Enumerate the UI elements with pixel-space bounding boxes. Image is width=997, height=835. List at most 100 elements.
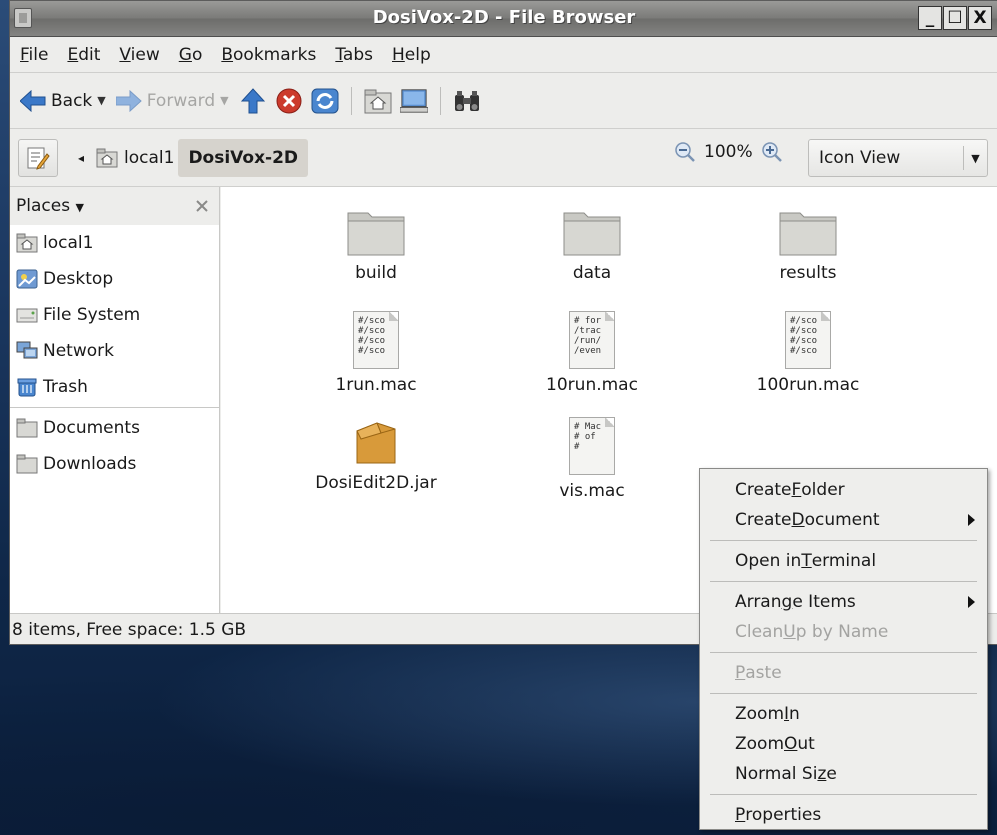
menu-arrange-items[interactable]: Arran g e Items [700,587,987,617]
file-name: build [355,263,397,283]
menu-open-in-terminal[interactable]: Open in Terminal [700,546,987,576]
file-item[interactable]: # Mac # of # vis.mac [507,417,677,501]
crumb-local1-label: local1 [124,147,175,168]
sidebar-item-label: Trash [43,377,88,397]
computer-button[interactable] [399,87,428,115]
folder-icon [563,212,621,256]
file-item[interactable]: results [723,207,893,283]
status-text: 8 items, Free space: 1.5 GB [12,619,247,640]
menu-help[interactable]: Help [392,45,431,65]
up-button[interactable] [239,87,267,115]
back-button[interactable]: Back ▼ [20,89,106,112]
places-sidebar: Places ▼ local1 Desktop File System Netw… [10,187,220,613]
window-title: DosiVox-2D - File Browser [372,7,636,28]
menu-separator [710,652,977,653]
menu-zoom-in[interactable]: Zoom In [700,699,987,729]
menu-tabs[interactable]: Tabs [335,45,373,65]
home-folder-icon [96,148,118,167]
file-item[interactable]: #/sco #/sco #/sco #/sco 100run.mac [723,311,893,395]
home-folder-icon [364,89,392,113]
menu-bookmarks[interactable]: Bookmarks [221,45,316,65]
sidebar-item-label: local1 [43,233,94,253]
edit-location-icon [27,147,50,170]
sidebar-item-filesystem[interactable]: File System [10,297,219,333]
back-label: Back [51,90,93,111]
home-folder-icon [16,233,38,253]
file-name: DosiEdit2D.jar [315,473,437,493]
minimize-button[interactable]: _ [918,6,942,30]
folder-icon [779,212,837,256]
file-item[interactable]: DosiEdit2D.jar [291,417,461,493]
view-mode-select[interactable]: Icon View ▼ [808,139,988,177]
close-button[interactable]: X [968,6,992,30]
toolbar: Back ▼ Forward ▼ [10,73,997,129]
crumb-scroll-left-icon[interactable]: ◂ [72,151,90,165]
sidebar-item-trash[interactable]: Trash [10,369,219,405]
menu-separator [710,540,977,541]
search-button[interactable] [453,87,481,115]
sidebar-item-downloads[interactable]: Downloads [10,446,219,482]
submenu-arrow-icon [968,596,975,608]
file-name: 100run.mac [756,375,860,395]
sidebar-item-label: Network [43,341,114,361]
network-icon [16,341,38,359]
sidebar-item-documents[interactable]: Documents [10,410,219,446]
desktop-icon [16,269,38,289]
text-file-icon: # Mac # of # [569,417,615,475]
title-bar[interactable]: DosiVox-2D - File Browser _ ☐ X [10,1,997,37]
file-item[interactable]: # for/trac/run//even 10run.mac [507,311,677,395]
menu-file[interactable]: File [20,45,48,65]
sidebar-item-label: Documents [43,418,140,438]
home-button[interactable] [364,87,392,115]
menu-zoom-out[interactable]: Zoom Out [700,729,987,759]
window-controls: _ ☐ X [918,6,992,30]
crumb-current[interactable]: DosiVox-2D [178,138,309,177]
file-item[interactable]: #/sco #/sco #/sco #/sco 1run.mac [291,311,461,395]
back-history-caret-icon[interactable]: ▼ [97,94,105,107]
menu-go[interactable]: Go [179,45,203,65]
folder-icon [16,454,38,474]
file-name: data [572,263,612,283]
maximize-button[interactable]: ☐ [943,6,967,30]
binoculars-icon [454,90,479,111]
forward-button[interactable]: Forward ▼ [115,89,229,112]
chevron-down-icon: ▼ [963,146,987,170]
crumb-local1[interactable]: local1 [96,148,174,168]
sidebar-item-desktop[interactable]: Desktop [10,261,219,297]
text-file-icon: #/sco #/sco #/sco #/sco [785,311,831,369]
text-file-icon: #/sco #/sco #/sco #/sco [353,311,399,369]
context-menu: Create Folder Create Document Open in Te… [699,468,988,830]
file-name: 10run.mac [546,375,638,395]
view-mode-value: Icon View [819,148,901,168]
zoom-out-icon[interactable] [674,141,696,163]
toggle-location-entry-button[interactable] [18,138,58,177]
menu-create-folder[interactable]: Create Folder [700,475,987,505]
menu-separator [710,794,977,795]
zoom-level[interactable]: 100% [704,142,753,162]
zoom-in-icon[interactable] [761,141,783,163]
file-item[interactable]: build [291,207,461,283]
close-sidebar-icon[interactable] [195,199,209,213]
submenu-arrow-icon [968,514,975,526]
menu-create-document[interactable]: Create Document [700,505,987,535]
stop-icon [276,88,302,113]
forward-label: Forward [146,90,216,111]
forward-history-caret-icon[interactable]: ▼ [220,94,228,107]
back-arrow-icon [20,89,46,112]
stop-button[interactable] [275,87,303,115]
sidebar-item-network[interactable]: Network [10,333,219,369]
file-item[interactable]: data [507,207,677,283]
sidebar-item-label: File System [43,305,141,325]
folder-icon [16,418,38,438]
menu-properties[interactable]: Properties [700,800,987,830]
forward-arrow-icon [115,89,142,112]
sidebar-type-select[interactable]: Places ▼ [16,196,84,216]
reload-button[interactable] [311,87,339,115]
sidebar-item-local1[interactable]: local1 [10,225,219,261]
menu-edit[interactable]: Edit [67,45,100,65]
menu-normal-size[interactable]: Normal Si z e [700,759,987,789]
sidebar-header: Places ▼ [10,187,219,225]
menu-paste: Paste [735,663,782,683]
menu-view[interactable]: View [119,45,159,65]
menu-clean-up-by-name: Clean Up by Name [735,622,889,642]
